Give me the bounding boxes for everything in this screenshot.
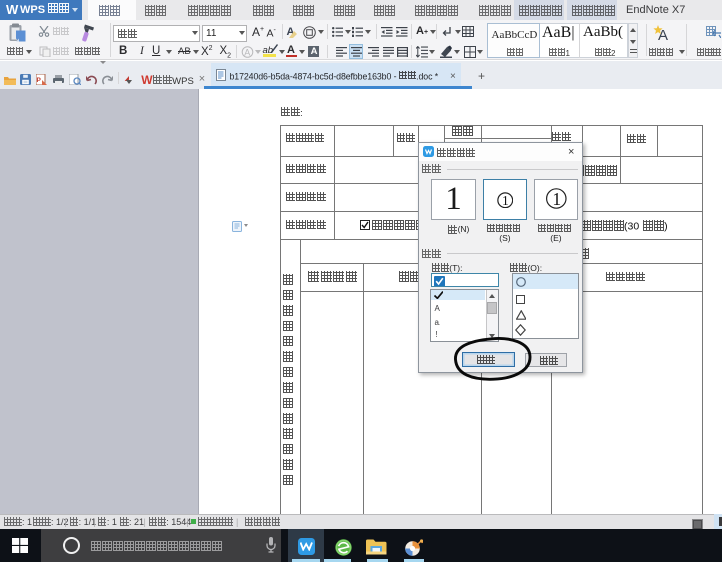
- svg-text:P: P: [37, 77, 42, 84]
- svg-text:A: A: [244, 47, 250, 57]
- svg-text:1: 1: [502, 193, 509, 208]
- svg-text:1: 1: [552, 189, 561, 209]
